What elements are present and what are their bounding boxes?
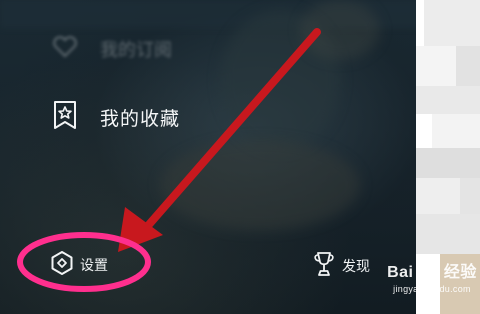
bookmark-star-icon bbox=[52, 100, 78, 134]
side-drawer: 我的订阅 我的收藏 设置 发现 bbox=[0, 0, 416, 314]
watermark-url: jingyan.baidu.com bbox=[393, 284, 471, 294]
blurred-block bbox=[432, 114, 480, 148]
menu-item-subscriptions-label: 我的订阅 bbox=[100, 40, 172, 61]
blurred-block bbox=[416, 46, 456, 86]
blurred-block bbox=[424, 0, 480, 46]
blurred-block bbox=[416, 86, 480, 114]
heart-icon bbox=[52, 36, 78, 62]
menu-item-favorites-label: 我的收藏 bbox=[100, 107, 181, 130]
menu-item-discover[interactable]: 发现 bbox=[312, 250, 370, 282]
blurred-block bbox=[460, 178, 480, 214]
blurred-block bbox=[416, 178, 460, 214]
blurred-block bbox=[416, 148, 480, 178]
blurred-block bbox=[456, 46, 480, 86]
trophy-icon bbox=[312, 250, 336, 282]
menu-item-discover-label: 发现 bbox=[342, 259, 370, 275]
blurred-block bbox=[416, 214, 480, 254]
menu-item-favorites[interactable]: 我的收藏 bbox=[52, 100, 180, 134]
haze bbox=[160, 140, 360, 230]
menu-item-settings[interactable]: 设置 bbox=[50, 250, 108, 280]
baidu-jingyan-watermark: Bai du 经验 jingyan.baidu.com bbox=[384, 258, 480, 294]
menu-item-settings-label: 设置 bbox=[80, 258, 108, 274]
haze bbox=[300, 0, 380, 60]
hexagon-gear-icon bbox=[50, 250, 74, 280]
menu-item-subscriptions[interactable]: 我的订阅 bbox=[52, 36, 172, 62]
watermark-logo: Bai du 经验 bbox=[387, 264, 477, 281]
